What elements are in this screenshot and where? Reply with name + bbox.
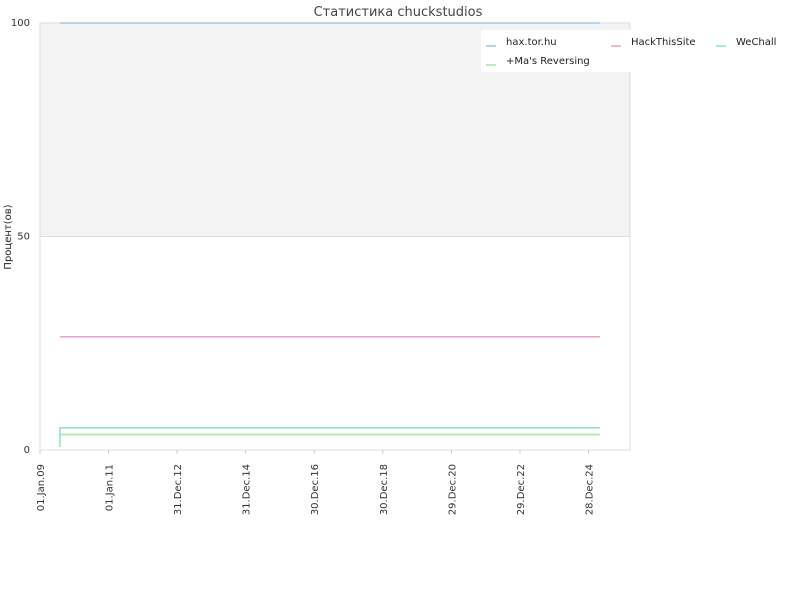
x-tick-label: 30.Dec.18 [379, 464, 390, 515]
plot-band-lower [40, 236, 630, 450]
x-tick-label: 29.Dec.20 [447, 464, 458, 515]
y-tick-label: 100 [11, 18, 30, 29]
x-tick-label: 31.Dec.14 [242, 464, 253, 515]
y-tick-label: 0 [24, 445, 30, 456]
x-tick-label: 28.Dec.24 [584, 464, 595, 515]
x-tick-label: 01.Jan.11 [105, 464, 116, 511]
legend-label: hax.tor.hu [506, 37, 557, 48]
chart-title: Статистика chuckstudios [314, 5, 483, 20]
legend: hax.tor.hu HackThisSite WeChall +Ma's Rever… [481, 30, 781, 72]
x-axis-ticks: 01.Jan.09 01.Jan.11 31.Dec.12 31.Dec.14 30.D… [36, 450, 595, 515]
legend-label: +Ma's Reversing [506, 56, 590, 67]
x-tick-label: 01.Jan.09 [36, 464, 47, 511]
y-tick-label: 50 [17, 232, 30, 243]
y-axis-label: Процент(ов) [3, 204, 14, 269]
legend-label: WeChall [736, 37, 776, 48]
chart: Статистика chuckstudios 0 50 100 01.Jan.09… [3, 5, 781, 515]
legend-label: HackThisSite [631, 37, 696, 48]
x-tick-label: 31.Dec.12 [173, 464, 184, 515]
x-tick-label: 30.Dec.16 [310, 464, 321, 515]
x-tick-label: 29.Dec.22 [516, 464, 527, 515]
